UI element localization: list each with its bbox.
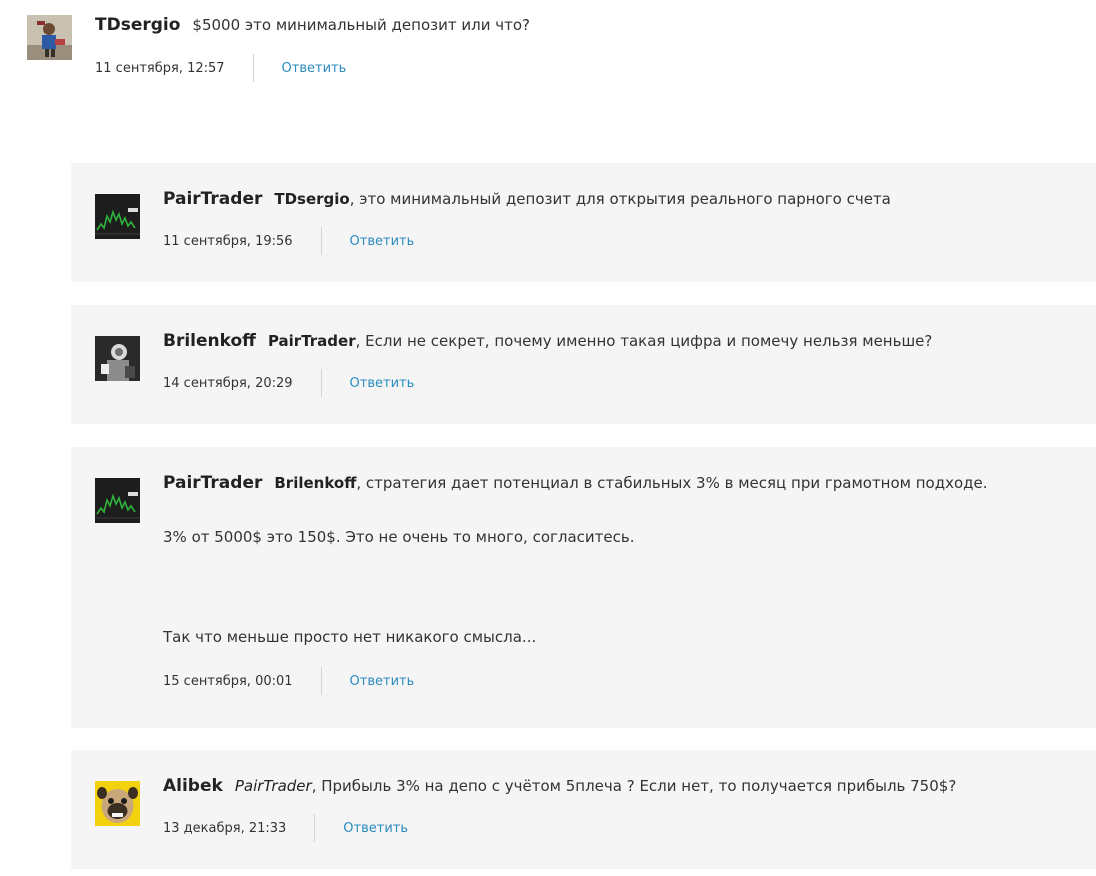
mention-link[interactable]: TDsergio	[274, 190, 349, 208]
comment-author[interactable]: PairTrader	[163, 473, 262, 493]
meta-divider	[320, 227, 322, 255]
reply-button[interactable]: Ответить	[282, 61, 347, 76]
comment-date: 11 сентября, 19:56	[163, 233, 293, 249]
comment-author[interactable]: Alibek	[163, 776, 223, 796]
chart-avatar-icon[interactable]	[95, 194, 140, 239]
mention-link[interactable]: PairTrader	[235, 777, 312, 795]
comment-author[interactable]: TDsergio	[95, 15, 180, 35]
reply-button[interactable]: Ответить	[350, 376, 415, 391]
user-avatar-photo-icon[interactable]	[27, 15, 72, 60]
meta-divider	[320, 369, 322, 397]
mention-link[interactable]: Brilenkoff	[274, 474, 356, 492]
comment-author[interactable]: PairTrader	[163, 189, 262, 209]
comment-date: 13 декабря, 21:33	[163, 820, 287, 836]
comment-date: 11 сентября, 12:57	[95, 60, 225, 76]
pug-avatar-icon[interactable]	[95, 781, 140, 826]
comment-paragraph: 3% от 5000$ это 150$. Это не очень то мн…	[163, 528, 635, 546]
reply-button[interactable]: Ответить	[350, 674, 415, 689]
reply-comment-item: Brilenkoff PairTrader, Если не секрет, по…	[71, 305, 1096, 424]
meta-divider	[320, 667, 322, 695]
chart-avatar-icon[interactable]	[95, 478, 140, 523]
reply-button[interactable]: Ответить	[343, 821, 408, 836]
comments-page: TDsergio $5000 это минимальный депозит ил…	[0, 0, 1096, 876]
comment-text: , Если не секрет, почему именно такая ци…	[355, 332, 933, 350]
comment-author[interactable]: Brilenkoff	[163, 331, 256, 351]
comment-text: , стратегия дает потенциал в стабильных …	[356, 474, 988, 492]
meta-divider	[314, 814, 316, 842]
bw-photo-avatar-icon[interactable]	[95, 336, 140, 381]
reply-comment-item: PairTrader Brilenkoff, стратегия дает пот…	[71, 447, 1096, 728]
reply-comment-item: Alibek PairTrader, Прибыль 3% на депо с у…	[71, 750, 1096, 869]
mention-link[interactable]: PairTrader	[268, 332, 356, 350]
comment-date: 15 сентября, 00:01	[163, 673, 293, 689]
comment-text: , это минимальный депозит для открытия р…	[349, 190, 891, 208]
comment-text: , Прибыль 3% на депо с учётом 5плеча ? Е…	[311, 777, 957, 795]
meta-divider	[252, 54, 254, 82]
reply-button[interactable]: Ответить	[350, 234, 415, 249]
reply-comment-item: PairTrader TDsergio, это минимальный депо…	[71, 163, 1096, 282]
comment-paragraph: Так что меньше просто нет никакого смысл…	[163, 628, 537, 646]
comment-text: $5000 это минимальный депозит или что?	[192, 16, 530, 34]
comment-date: 14 сентября, 20:29	[163, 375, 293, 391]
